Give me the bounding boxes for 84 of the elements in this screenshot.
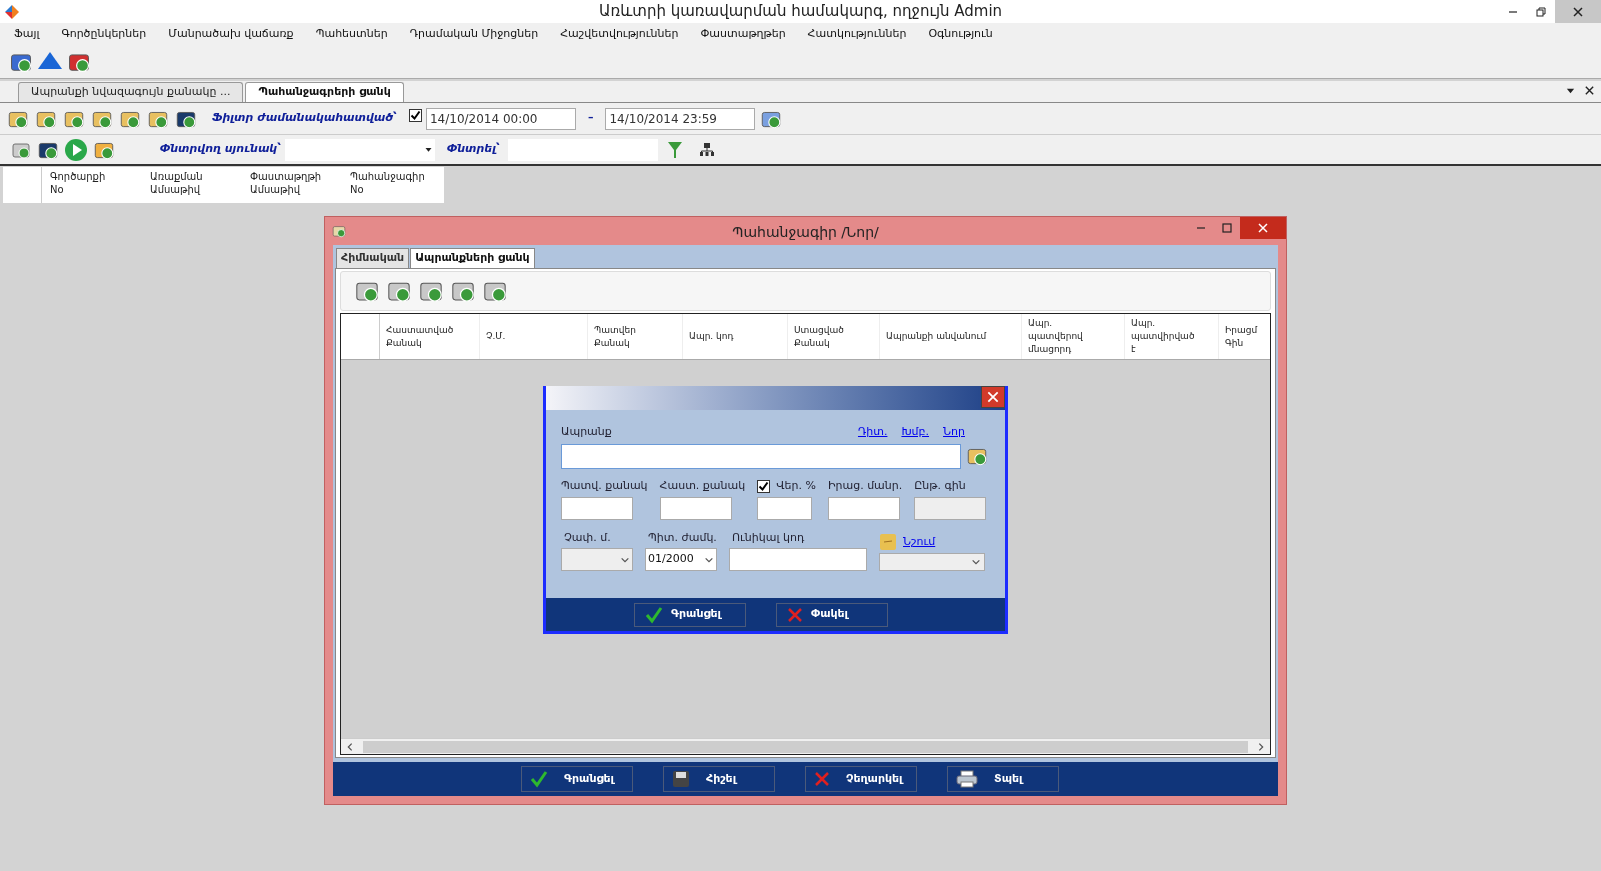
column-header[interactable]: Փաստաթղթի Ամսաթիվ xyxy=(242,167,342,203)
action-button[interactable]: Գրանցել xyxy=(521,766,633,792)
close-button[interactable] xyxy=(981,386,1005,408)
action-button[interactable]: Տպել xyxy=(947,766,1059,792)
column-header[interactable]: Ստացված Քանակ xyxy=(788,314,880,359)
tab[interactable]: Ապրանքների ցանկ xyxy=(410,248,535,268)
document-tab[interactable]: Ապրանքի նվազագույն քանակը ... xyxy=(18,82,244,102)
menu-item[interactable]: Հատկություններ xyxy=(807,26,907,43)
cross-icon xyxy=(787,606,803,623)
menu-item[interactable]: Դրամական Միջոցներ xyxy=(409,26,539,43)
checkmark-icon xyxy=(645,605,663,624)
input-field[interactable] xyxy=(561,496,633,520)
column-header[interactable]: Հաստատված Քանակ xyxy=(380,314,480,359)
column-header[interactable]: Առաքման Ամսաթիվ xyxy=(142,167,242,203)
field-label: Չափ. մ. xyxy=(563,529,612,546)
checkmark-icon xyxy=(530,770,548,788)
column-header[interactable]: Գործարքի No xyxy=(42,167,142,203)
window-title: Առևտրի կառավարման համակարգ, ողջույն Admin xyxy=(597,1,1004,23)
menu-item[interactable]: Պահեստներ xyxy=(315,26,388,43)
product-field[interactable] xyxy=(561,443,961,469)
date-field[interactable]: 14/10/2014 23:59 xyxy=(605,107,756,130)
printer-icon xyxy=(956,770,978,788)
field-label: Պատվ. քանակ xyxy=(561,478,648,495)
restore-icon xyxy=(1535,5,1547,18)
scroll-left-icon xyxy=(345,741,355,752)
dropdown-caret-icon xyxy=(424,145,434,154)
action-button[interactable]: Փակել xyxy=(776,602,888,627)
link[interactable]: Խմբ. xyxy=(901,424,930,441)
input-field[interactable] xyxy=(827,496,900,520)
hierarchy-icon[interactable] xyxy=(699,142,714,157)
column-header[interactable]: Իրացմ Գին xyxy=(1219,314,1270,359)
field-label: Վեր. % xyxy=(776,478,816,495)
input-field[interactable] xyxy=(729,548,867,571)
column-header[interactable]: Պահանջագիր No xyxy=(342,167,442,203)
menu-item[interactable]: Հաշվետվություններ xyxy=(560,26,679,43)
close-icon xyxy=(1584,85,1595,96)
field-label: Պիտ. ժամկ. xyxy=(647,529,717,546)
close-icon xyxy=(1257,222,1269,234)
action-button[interactable]: Գրանցել xyxy=(634,602,746,627)
checkbox[interactable] xyxy=(757,480,771,493)
dropdown[interactable]: 01/2000 xyxy=(645,548,717,571)
app-logo-icon xyxy=(4,3,20,20)
input-field[interactable] xyxy=(757,496,813,520)
field-label: Ապրանք xyxy=(561,424,612,440)
link[interactable]: Դիտ. xyxy=(857,424,888,441)
cross-icon xyxy=(814,771,830,787)
column-header[interactable]: Պատվեր Քանակ xyxy=(588,314,683,359)
document-tab[interactable]: Պահանջագրերի ցանկ xyxy=(245,82,404,102)
filter-icon[interactable] xyxy=(667,141,682,158)
action-button[interactable]: Չեղարկել xyxy=(805,766,917,792)
tab[interactable]: Հիմնական xyxy=(336,248,410,268)
field-label: Հաստ. քանակ xyxy=(659,478,746,495)
dash-separator: – xyxy=(587,110,594,127)
close-icon xyxy=(986,390,1000,404)
search-label: Փնտրել՝ xyxy=(447,141,500,158)
note-icon xyxy=(879,533,897,551)
maximize-icon xyxy=(1221,222,1233,234)
close-icon xyxy=(1572,5,1584,18)
action-button[interactable]: Հիշել xyxy=(663,766,775,792)
field-label: Իրաց. մանր. xyxy=(827,478,903,495)
field-label: Ընթ. գին xyxy=(914,478,966,495)
column-header[interactable]: Ապր. կոդ xyxy=(683,314,788,359)
input-field[interactable] xyxy=(914,496,987,520)
field-label: Ունիկալ կոդ xyxy=(731,529,806,546)
window-title: Պահանջագիր /Նոր/ xyxy=(731,223,880,242)
menu-item[interactable]: Օգնություն xyxy=(928,26,993,43)
date-field[interactable]: 14/10/2014 00:00 xyxy=(425,107,576,130)
column-header[interactable]: Ապր. պատվերով մնացորդ xyxy=(1022,314,1125,359)
menu-item[interactable]: Մանրածախ վաճառք xyxy=(168,26,294,43)
search-column-label: Փնտրվող սյունակ՝ xyxy=(160,141,282,158)
link[interactable]: Նոր xyxy=(943,424,965,441)
chevron-down-icon xyxy=(971,557,981,567)
scroll-right-icon xyxy=(1256,741,1266,752)
menu-item[interactable]: Գործընկերներ xyxy=(61,26,147,43)
input-field[interactable] xyxy=(659,496,732,520)
menu-item[interactable]: Ֆայլ xyxy=(14,26,40,43)
filter-checkbox[interactable] xyxy=(408,109,422,122)
filter-label: Ֆիլտր ժամանակահատված՝ xyxy=(212,110,397,127)
horizontal-scrollbar[interactable] xyxy=(341,738,1270,754)
menu-item[interactable]: Փաստաթղթեր xyxy=(700,26,786,43)
link[interactable]: Նշում xyxy=(903,533,936,551)
column-header[interactable]: Չ.Մ. xyxy=(480,314,588,359)
column-header[interactable]: Ապրանքի անվանում xyxy=(880,314,1022,359)
column-header[interactable]: Ապր. պատվիրված է xyxy=(1125,314,1219,359)
